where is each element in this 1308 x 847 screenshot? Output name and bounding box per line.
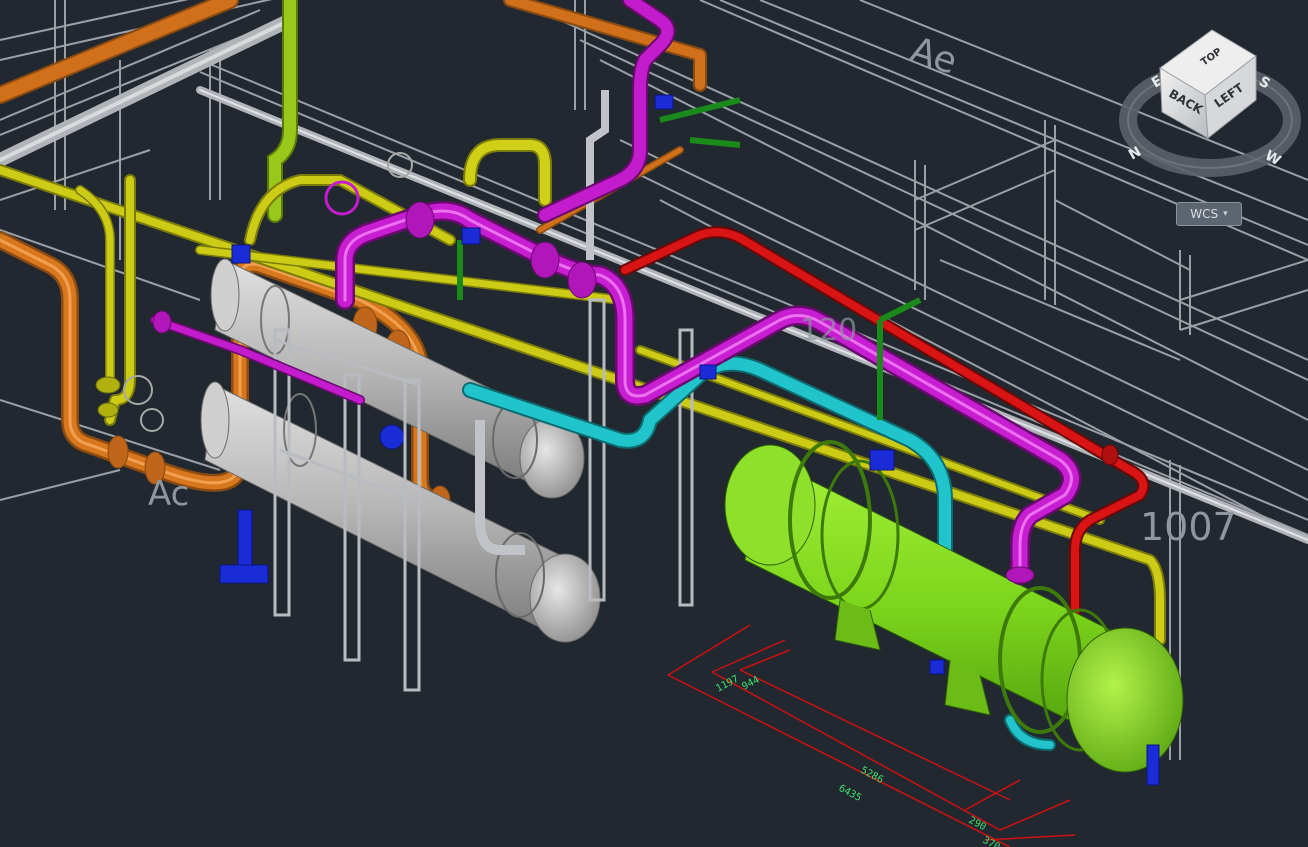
model-viewport[interactable]: 1197 944 5286 6435 290 370 Ae Ac 1007 12… xyxy=(0,0,1308,847)
wcs-label: WCS xyxy=(1190,207,1219,221)
dim-6435: 6435 xyxy=(837,783,863,804)
dim-944: 944 xyxy=(740,674,761,692)
dim-5286: 5286 xyxy=(859,765,885,786)
viewcube[interactable]: N E S W TOP BACK LEFT xyxy=(1119,29,1301,177)
piping-3d-model[interactable]: 1197 944 5286 6435 290 370 Ae Ac 1007 12… xyxy=(0,0,1308,847)
annotation-120: 120 xyxy=(800,313,857,348)
annotation-1007: 1007 xyxy=(1140,505,1237,549)
chevron-down-icon: ▾ xyxy=(1223,209,1228,219)
wcs-menu-button[interactable]: WCS ▾ xyxy=(1176,202,1242,226)
dim-1197: 1197 xyxy=(714,674,740,695)
annotation-ac: Ac xyxy=(148,474,189,514)
dim-370: 370 xyxy=(981,835,1002,847)
